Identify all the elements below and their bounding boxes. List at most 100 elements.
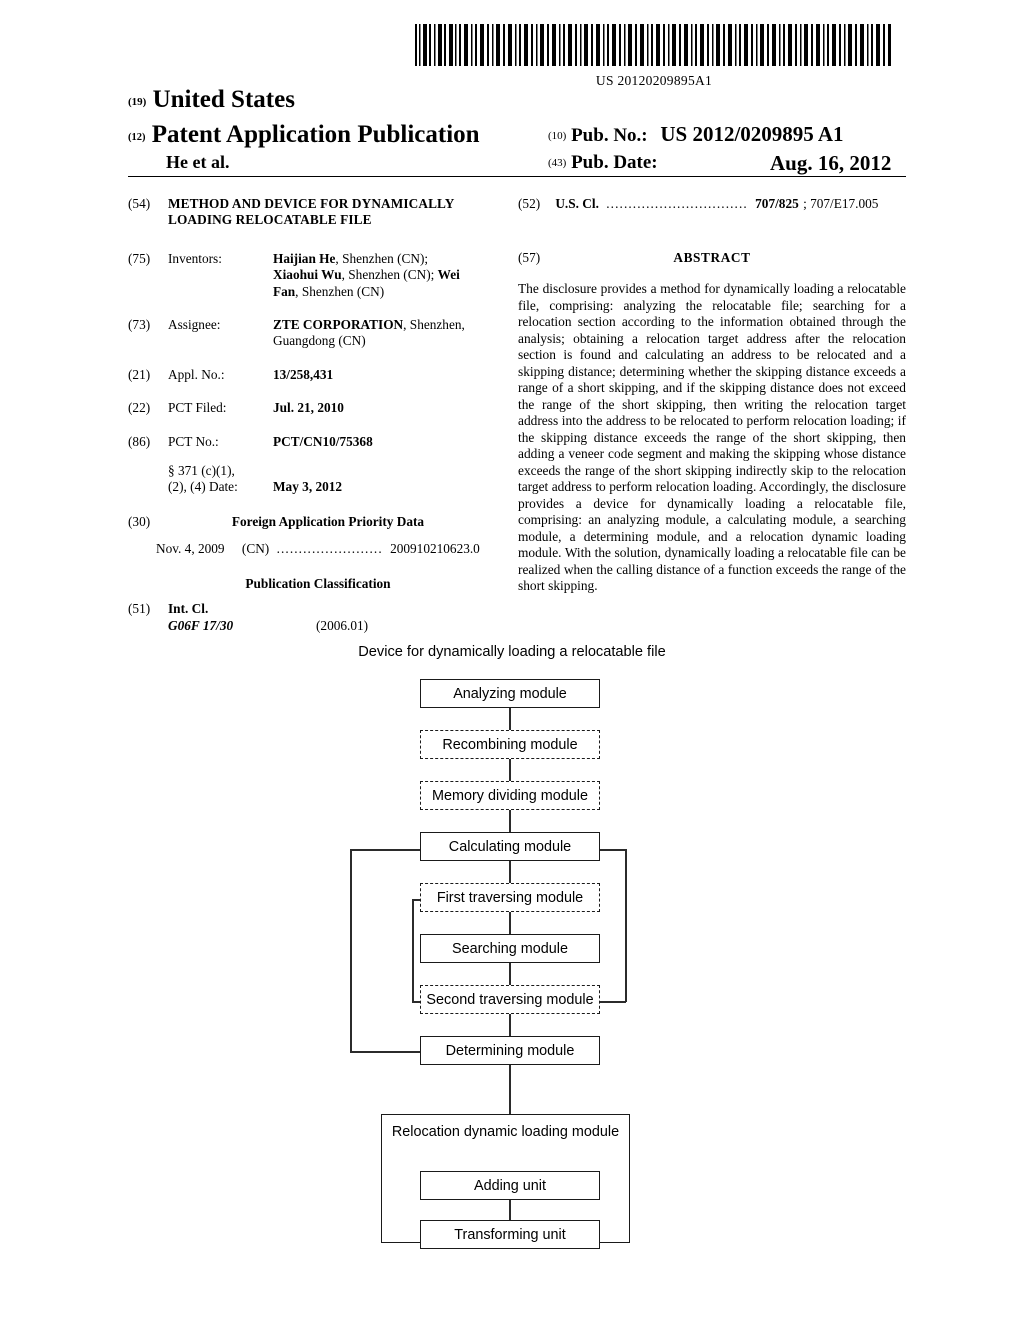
- field-pct-filed: (22) PCT Filed: Jul. 21, 2010: [128, 400, 503, 416]
- publication-date-row: (43) Pub. Date: Aug. 16, 2012: [548, 151, 891, 175]
- priority-application-number: 200910210623.0: [390, 541, 480, 557]
- bibliographic-right-column: (52) U.S. Cl. ..........................…: [518, 196, 906, 595]
- field-appl-no: (21) Appl. No.: 13/258,431: [128, 367, 503, 383]
- field-appl-no-number: (21): [128, 366, 151, 382]
- connector-recombining-to-memory-dividing: [509, 757, 511, 782]
- node-recombining-module-label: Recombining module: [442, 737, 578, 753]
- node-first-traversing-module-label: First traversing module: [436, 890, 584, 906]
- abstract-text: The disclosure provides a method for dyn…: [518, 281, 906, 594]
- field-assignee: (73) Assignee: ZTE CORPORATION, Shenzhen…: [128, 317, 503, 350]
- field-us-cl: (52) U.S. Cl. ..........................…: [518, 196, 906, 212]
- node-calculating-module-label: Calculating module: [448, 839, 572, 855]
- node-analyzing-module-label: Analyzing module: [453, 686, 567, 702]
- priority-date: Nov. 4, 2009: [156, 541, 225, 557]
- connector-inner-left-vertical: [412, 899, 414, 1002]
- field-inventors-number: (75): [128, 250, 151, 266]
- connector-outer-left-vertical: [350, 849, 352, 1052]
- node-memory-dividing-module[interactable]: Memory dividing module: [420, 781, 600, 810]
- field-pct-filed-label: PCT Filed:: [168, 400, 227, 416]
- node-recombining-module[interactable]: Recombining module: [420, 730, 600, 759]
- connector-calculating-left-stub: [350, 849, 422, 851]
- field-appl-no-label: Appl. No.:: [168, 366, 225, 382]
- field-title-number: (54): [128, 196, 151, 211]
- field-assignee-label: Assignee:: [168, 317, 221, 333]
- field-inventors: (75) Inventors: Haijian He, Shenzhen (CN…: [128, 251, 503, 300]
- int-cl-version: (2006.01): [316, 617, 369, 633]
- barcode-block: US 20120209895A1: [415, 24, 893, 89]
- header-divider: [128, 176, 906, 177]
- node-searching-module[interactable]: Searching module: [420, 934, 600, 963]
- node-calculating-module[interactable]: Calculating module: [420, 832, 600, 861]
- node-first-traversing-module[interactable]: First traversing module: [420, 883, 600, 912]
- appl-no-value: 13/258,431: [273, 366, 334, 382]
- field-foreign-priority: (30) Foreign Application Priority Data: [128, 514, 503, 530]
- field-371-line1: § 371 (c)(1),: [168, 463, 235, 479]
- publication-type-line: (12) Patent Application Publication (10)…: [128, 120, 906, 150]
- pubdate-value: Aug. 16, 2012: [770, 151, 892, 175]
- publication-number-row: (10) Pub. No.: US 2012/0209895 A1: [548, 122, 844, 147]
- field-assignee-number: (73): [128, 317, 151, 333]
- figure-block-diagram: Device for dynamically loading a relocat…: [0, 636, 1024, 1276]
- pubno-label: Pub. No.:: [571, 125, 648, 146]
- pubno-kind-code: (10): [548, 130, 567, 142]
- doc-kind-code: (12): [128, 132, 146, 143]
- us-cl-leader-dots: ................................: [606, 196, 748, 211]
- field-pct-no-number: (86): [128, 433, 151, 449]
- int-cl-label: Int. Cl.: [168, 601, 209, 617]
- connector-calculating-right-stub: [598, 849, 626, 851]
- field-us-cl-number: (52): [518, 196, 541, 211]
- node-transforming-unit-label: Transforming unit: [454, 1227, 566, 1243]
- field-pct-no-label: PCT No.:: [168, 433, 219, 449]
- node-transforming-unit[interactable]: Transforming unit: [420, 1220, 600, 1249]
- foreign-priority-heading: Foreign Application Priority Data: [231, 513, 425, 529]
- node-adding-unit[interactable]: Adding unit: [420, 1171, 600, 1200]
- field-inventors-label: Inventors:: [168, 250, 222, 266]
- field-pct-no: (86) PCT No.: PCT/CN10/75368: [128, 434, 503, 450]
- node-relocation-dynamic-loading-module-label: Relocation dynamic loading module: [391, 1124, 620, 1140]
- abstract-heading-row: (57) ABSTRACT: [518, 250, 906, 267]
- node-analyzing-module[interactable]: Analyzing module: [420, 679, 600, 708]
- connector-second-traversing-to-determining: [509, 1011, 511, 1039]
- int-cl-entry: G06F 17/30 (2006.01): [168, 618, 503, 634]
- connector-determining-to-relocation-module: [509, 1062, 511, 1114]
- country-kind-code: (19): [128, 96, 147, 108]
- field-pct-filed-number: (22): [128, 400, 151, 416]
- pubdate-kind-code: (43): [548, 157, 567, 169]
- node-adding-unit-label: Adding unit: [473, 1178, 546, 1194]
- field-int-cl-number: (51): [128, 601, 151, 617]
- diagram-title: Device for dynamically loading a relocat…: [358, 644, 666, 660]
- node-determining-module[interactable]: Determining module: [420, 1036, 600, 1065]
- applicant-line: He et al. (43) Pub. Date: Aug. 16, 2012: [128, 151, 906, 178]
- assignee-value: ZTE CORPORATION, Shenzhen, Guangdong (CN): [273, 317, 465, 349]
- field-371-block: § 371 (c)(1), (2), (4) Date: May 3, 2012: [168, 463, 503, 496]
- connector-second-traversing-right-stub: [598, 1001, 626, 1003]
- connector-determining-left-stub: [350, 1051, 422, 1053]
- field-foreign-priority-number: (30): [128, 513, 151, 529]
- connector-adding-to-transforming: [509, 1199, 511, 1221]
- country-name: United States: [152, 86, 295, 113]
- int-cl-code: G06F 17/30: [168, 617, 234, 633]
- pct-no-value: PCT/CN10/75368: [273, 433, 373, 449]
- node-searching-module-label: Searching module: [452, 941, 568, 957]
- node-determining-module-label: Determining module: [445, 1043, 575, 1059]
- publication-classification-heading: Publication Classification: [245, 575, 391, 591]
- priority-leader-dots: ........................: [276, 541, 383, 557]
- bibliographic-left-column: (54) METHOD AND DEVICE FOR DYNAMICALLY L…: [128, 196, 503, 634]
- node-second-traversing-module[interactable]: Second traversing module: [420, 985, 600, 1014]
- us-cl-primary-class: 707/825: [755, 196, 799, 211]
- inventors-value: Haijian He, Shenzhen (CN); Xiaohui Wu, Sh…: [273, 250, 460, 299]
- us-cl-label: U.S. Cl.: [555, 196, 599, 211]
- document-title-block: (19) United States (12) Patent Applicati…: [128, 86, 906, 178]
- applicant-name: He et al.: [166, 152, 230, 172]
- field-title: (54) METHOD AND DEVICE FOR DYNAMICALLY L…: [128, 196, 503, 229]
- pubno-value: US 2012/0209895 A1: [660, 122, 844, 146]
- connector-right-vertical: [625, 849, 627, 1002]
- node-memory-dividing-module-label: Memory dividing module: [432, 788, 588, 804]
- priority-entry: Nov. 4, 2009 (CN) ......................…: [156, 541, 501, 557]
- priority-country-code: (CN): [241, 541, 270, 557]
- field-371-date-value: May 3, 2012: [273, 479, 343, 495]
- publication-type-text: (12) Patent Application Publication: [128, 120, 480, 153]
- us-cl-secondary-class: ; 707/E17.005: [803, 196, 879, 211]
- doc-type-label: Patent Application Publication: [151, 121, 480, 148]
- pct-filed-value: Jul. 21, 2010: [273, 400, 344, 416]
